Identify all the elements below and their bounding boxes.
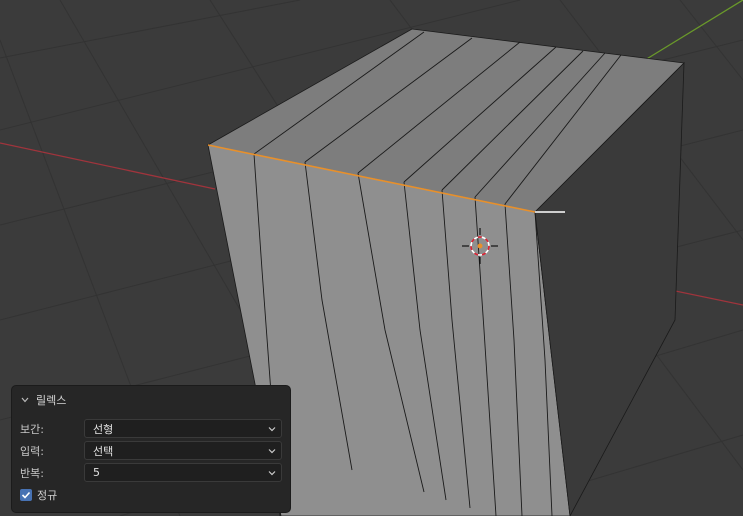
chevron-down-icon bbox=[268, 471, 276, 476]
interpolation-row: 보간: 선형 bbox=[20, 419, 282, 439]
input-value: 선택 bbox=[93, 444, 114, 458]
interpolation-label: 보간: bbox=[20, 423, 44, 436]
normalize-row: 정규 bbox=[20, 485, 282, 505]
iterations-value: 5 bbox=[93, 466, 100, 479]
operator-redo-panel: 릴렉스 보간: 선형 입력: 선택 반복: 5 정규 bbox=[11, 385, 291, 513]
iterations-label: 반복: bbox=[20, 467, 44, 480]
chevron-down-icon bbox=[268, 427, 276, 432]
iterations-field[interactable]: 5 bbox=[84, 463, 282, 482]
input-dropdown[interactable]: 선택 bbox=[84, 441, 282, 460]
panel-title: 릴렉스 bbox=[36, 394, 67, 407]
chevron-down-icon bbox=[21, 397, 29, 403]
checkmark-icon bbox=[21, 491, 31, 499]
input-label: 입력: bbox=[20, 445, 44, 458]
chevron-down-icon bbox=[268, 449, 276, 454]
iterations-row: 반복: 5 bbox=[20, 463, 282, 483]
normalize-label: 정규 bbox=[37, 489, 58, 502]
interpolation-dropdown[interactable]: 선형 bbox=[84, 419, 282, 438]
interpolation-value: 선형 bbox=[93, 422, 114, 436]
panel-header[interactable]: 릴렉스 bbox=[20, 392, 66, 408]
normalize-checkbox[interactable] bbox=[20, 489, 32, 501]
input-row: 입력: 선택 bbox=[20, 441, 282, 461]
